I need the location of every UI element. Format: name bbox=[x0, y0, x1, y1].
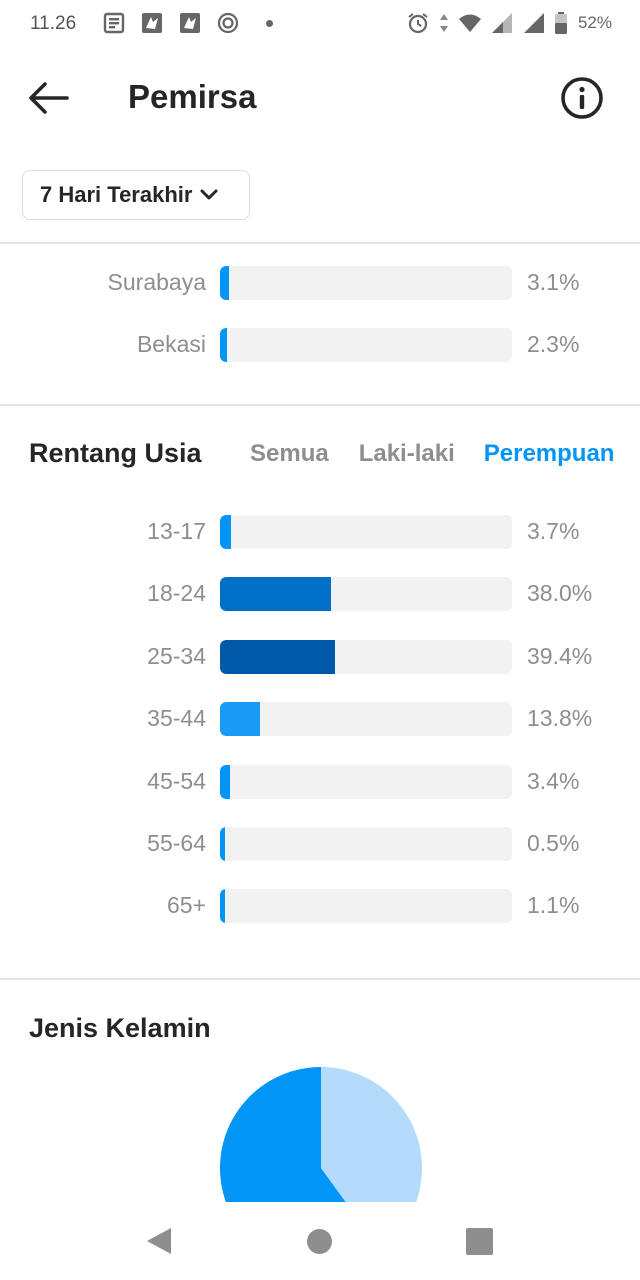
bar-row: 65+ 1.1% bbox=[0, 888, 640, 924]
bar-track bbox=[220, 515, 512, 549]
back-arrow-icon bbox=[29, 82, 69, 114]
age-range-title: Rentang Usia bbox=[29, 438, 202, 468]
bar-fill bbox=[220, 889, 225, 924]
bar-fill bbox=[220, 328, 227, 362]
bar-fill bbox=[220, 702, 260, 737]
bar-value: 2.3% bbox=[527, 331, 580, 357]
bar-value: 38.0% bbox=[527, 580, 593, 607]
status-time: 11.26 bbox=[30, 13, 77, 34]
app-notification-icon bbox=[142, 13, 162, 33]
tab-all[interactable]: Semua bbox=[250, 440, 329, 468]
pie-slice bbox=[321, 1067, 422, 1202]
battery-percent: 52% bbox=[577, 13, 612, 32]
bar-track bbox=[220, 764, 512, 799]
chevron-down-icon bbox=[200, 189, 218, 200]
bar-fill bbox=[220, 577, 331, 612]
bar-fill bbox=[220, 764, 230, 799]
bar-row: Surabaya 3.1% bbox=[0, 265, 640, 301]
tab-female[interactable]: Perempuan bbox=[484, 440, 615, 468]
bar-label: Bekasi bbox=[136, 331, 206, 357]
signal-icon bbox=[491, 13, 512, 33]
divider bbox=[0, 978, 640, 980]
divider bbox=[0, 404, 640, 406]
app-notification-icon bbox=[180, 13, 200, 33]
bar-value: 39.4% bbox=[527, 642, 593, 669]
back-button[interactable] bbox=[22, 74, 76, 122]
app-bar: Pemirsa bbox=[0, 56, 640, 140]
age-gender-tabs: Semua Laki-laki Perempuan bbox=[250, 440, 614, 468]
data-arrows-icon bbox=[439, 14, 448, 32]
bar-label: 65+ bbox=[166, 892, 206, 919]
nav-back-icon[interactable] bbox=[146, 1227, 172, 1255]
bar-track bbox=[220, 577, 512, 612]
battery-icon bbox=[554, 12, 567, 34]
bar-value: 0.5% bbox=[527, 830, 580, 856]
bar-row: 25-34 39.4% bbox=[0, 639, 640, 675]
sync-icon bbox=[217, 12, 239, 34]
bar-fill bbox=[220, 266, 229, 300]
bar-value: 3.7% bbox=[527, 518, 580, 544]
bar-fill bbox=[220, 639, 335, 674]
bar-row: 35-44 13.8% bbox=[0, 701, 640, 737]
bar-label: 18-24 bbox=[147, 580, 206, 607]
bar-row: 13-17 3.7% bbox=[0, 514, 640, 550]
bar-track bbox=[220, 827, 512, 861]
bar-fill bbox=[220, 515, 231, 549]
bar-track bbox=[220, 702, 512, 737]
bar-fill bbox=[220, 827, 225, 861]
bar-label: 45-54 bbox=[147, 767, 206, 794]
status-system-icons: 52% bbox=[406, 11, 612, 35]
page-title: Pemirsa bbox=[128, 78, 257, 115]
gender-pie-chart bbox=[219, 1066, 423, 1202]
bar-track bbox=[220, 639, 512, 674]
bar-value: 13.8% bbox=[527, 705, 593, 732]
info-icon[interactable] bbox=[558, 74, 606, 122]
system-nav-bar bbox=[0, 1202, 640, 1280]
bar-row: Bekasi 2.3% bbox=[0, 327, 640, 363]
bar-label: 25-34 bbox=[147, 642, 206, 669]
bar-row: 55-64 0.5% bbox=[0, 826, 640, 862]
date-range-dropdown[interactable]: 7 Hari Terakhir bbox=[22, 170, 250, 220]
alarm-icon bbox=[408, 13, 428, 34]
bar-row: 18-24 38.0% bbox=[0, 576, 640, 612]
news-icon bbox=[103, 12, 125, 34]
bar-label: 55-64 bbox=[147, 830, 206, 856]
status-notification-icons bbox=[102, 11, 273, 35]
bar-label: Surabaya bbox=[107, 269, 206, 295]
signal-icon bbox=[523, 13, 544, 33]
date-range-label: 7 Hari Terakhir bbox=[40, 182, 193, 207]
nav-recents-icon[interactable] bbox=[466, 1228, 493, 1255]
dot-icon bbox=[266, 19, 273, 27]
divider bbox=[0, 242, 640, 244]
nav-home-icon[interactable] bbox=[307, 1229, 332, 1254]
tab-male[interactable]: Laki-laki bbox=[359, 440, 455, 468]
bar-track bbox=[220, 889, 512, 924]
bar-row: 45-54 3.4% bbox=[0, 764, 640, 800]
status-bar: 11.26 52% bbox=[0, 0, 640, 50]
bar-value: 1.1% bbox=[527, 892, 580, 919]
gender-title: Jenis Kelamin bbox=[29, 1013, 211, 1043]
bar-value: 3.4% bbox=[527, 767, 580, 794]
gender-pie-svg bbox=[220, 1067, 422, 1202]
bar-label: 13-17 bbox=[147, 518, 206, 544]
bar-value: 3.1% bbox=[527, 269, 580, 295]
bar-track bbox=[220, 266, 512, 300]
wifi-icon bbox=[458, 14, 481, 32]
bar-label: 35-44 bbox=[147, 705, 206, 732]
bar-track bbox=[220, 328, 512, 362]
